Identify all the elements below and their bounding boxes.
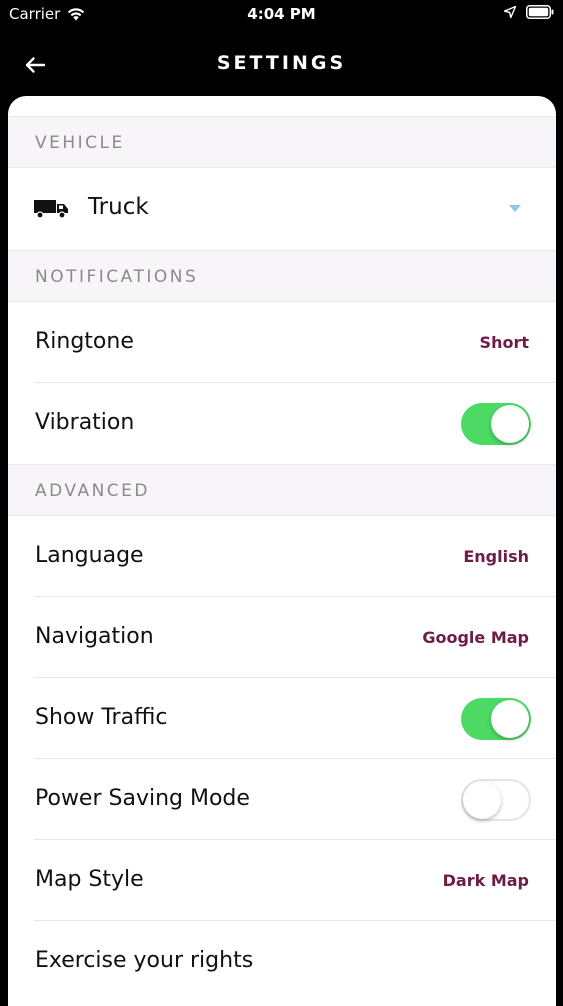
navigation-row[interactable]: Navigation Google Map <box>8 597 556 678</box>
section-header-vehicle: VEHICLE <box>8 116 556 168</box>
battery-icon <box>526 5 554 19</box>
ringtone-value[interactable]: Short <box>480 333 529 352</box>
map-style-label: Map Style <box>35 867 144 892</box>
map-style-row[interactable]: Map Style Dark Map <box>8 840 556 921</box>
section-header-notifications: NOTIFICATIONS <box>8 250 556 302</box>
status-right <box>504 5 554 19</box>
vibration-toggle[interactable] <box>461 403 531 445</box>
power-saving-toggle[interactable] <box>461 779 531 821</box>
dropdown-arrow-icon[interactable] <box>509 205 521 212</box>
ringtone-row[interactable]: Ringtone Short <box>8 302 556 383</box>
nav-bar: SETTINGS <box>0 30 563 96</box>
page-title: SETTINGS <box>216 52 347 74</box>
toggle-knob <box>463 781 501 819</box>
sheet-top-spacer <box>8 96 556 116</box>
toggle-knob <box>491 700 529 738</box>
language-row[interactable]: Language English <box>8 516 556 597</box>
navigation-value[interactable]: Google Map <box>422 628 529 647</box>
toggle-knob <box>491 405 529 443</box>
ringtone-label: Ringtone <box>35 329 134 354</box>
power-saving-row: Power Saving Mode <box>8 759 556 840</box>
settings-sheet: VEHICLE Truck NOTIFICATIONS Ringtone Sho… <box>8 96 556 1006</box>
navigation-label: Navigation <box>35 624 154 649</box>
vibration-label: Vibration <box>35 410 135 435</box>
section-title: ADVANCED <box>35 481 151 501</box>
section-title: VEHICLE <box>35 133 125 153</box>
vehicle-selected-value: Truck <box>88 194 149 220</box>
show-traffic-row: Show Traffic <box>8 678 556 759</box>
status-time: 4:04 PM <box>247 5 316 23</box>
language-value[interactable]: English <box>463 547 529 566</box>
show-traffic-label: Show Traffic <box>35 705 168 730</box>
truck-icon <box>34 200 68 219</box>
vehicle-select[interactable]: Truck <box>8 168 556 250</box>
show-traffic-toggle[interactable] <box>461 698 531 740</box>
exercise-rights-row[interactable]: Exercise your rights <box>8 921 556 1002</box>
status-bar: Carrier 4:04 PM <box>0 0 563 30</box>
language-label: Language <box>35 543 144 568</box>
location-arrow-icon <box>504 6 516 18</box>
map-style-value[interactable]: Dark Map <box>443 871 529 890</box>
power-saving-label: Power Saving Mode <box>35 786 250 811</box>
exercise-rights-label: Exercise your rights <box>35 948 254 973</box>
vibration-row: Vibration <box>8 383 556 464</box>
section-header-advanced: ADVANCED <box>8 464 556 516</box>
section-title: NOTIFICATIONS <box>35 267 199 287</box>
